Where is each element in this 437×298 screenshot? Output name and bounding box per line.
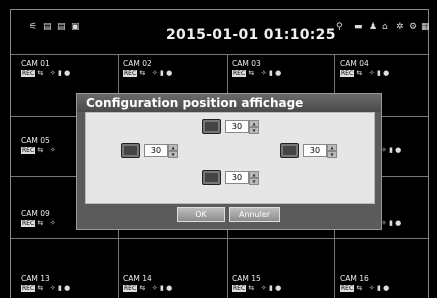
left-position-input[interactable]: 30 — [144, 144, 168, 157]
monitor-icon — [121, 143, 140, 158]
camera-status-icons: ✧ ▮ ● — [381, 219, 402, 227]
gear-icon[interactable]: ⚙ — [409, 22, 417, 32]
grid-line — [11, 238, 428, 239]
camera-label: CAM 03 — [232, 59, 261, 68]
camera-tile[interactable]: CAM 15 REC ⇆ ✧ ▮ ● — [232, 274, 281, 292]
camera-tile[interactable]: CAM 14 REC ⇆ ✧ ▮ ● — [123, 274, 172, 292]
decrement-button[interactable]: ▼ — [168, 150, 178, 158]
user-icon[interactable]: ♟ — [369, 22, 377, 32]
decrement-button[interactable]: ▼ — [327, 150, 337, 158]
display-position-dialog: Configuration position affichage 30 ▲ ▼ 3… — [76, 93, 382, 230]
right-position-control: 30 ▲ ▼ — [280, 143, 337, 158]
lock-icon[interactable]: ⌂ — [382, 22, 388, 32]
camera-status-icons: REC ⇆ ✧ ▮ ● — [340, 284, 390, 292]
camera-tile[interactable]: CAM 09 REC ⇆ ✧ — [21, 209, 56, 227]
left-position-control: 30 ▲ ▼ — [121, 143, 178, 158]
increment-button[interactable]: ▲ — [249, 119, 259, 127]
camera-status-icons: REC ⇆ ✧ ▮ ● — [123, 284, 173, 292]
menu-icon[interactable]: ▦ — [421, 22, 430, 32]
dialog-title: Configuration position affichage — [77, 94, 381, 112]
camera-label: CAM 15 — [232, 274, 261, 283]
camera-tile[interactable]: CAM 02 REC ⇆ ✧ ▮ ● — [123, 59, 172, 77]
camera-status-icons: REC ⇆ ✧ ▮ ● — [21, 69, 71, 77]
camera-tile[interactable]: CAM 13 REC ⇆ ✧ ▮ ● — [21, 274, 70, 292]
top-position-control: 30 ▲ ▼ — [202, 119, 259, 134]
camera-label: CAM 05 — [21, 136, 50, 145]
monitor-icon — [202, 170, 221, 185]
camera-status-icons: ✧ ▮ ● — [381, 146, 402, 154]
camera-label: CAM 16 — [340, 274, 369, 283]
camera-status-icons: REC ⇆ ✧ ▮ ● — [232, 284, 282, 292]
camera-label: CAM 01 — [21, 59, 50, 68]
camera-status-icons: REC ⇆ ✧ ▮ ● — [340, 69, 390, 77]
right-position-input[interactable]: 30 — [303, 144, 327, 157]
camera-tile[interactable]: CAM 01 REC ⇆ ✧ ▮ ● — [21, 59, 70, 77]
bottom-position-input[interactable]: 30 — [225, 171, 249, 184]
search-icon[interactable]: ⚲ — [336, 22, 343, 32]
camera-label: CAM 13 — [21, 274, 50, 283]
decrement-button[interactable]: ▼ — [249, 126, 259, 134]
camera-tile[interactable]: CAM 05 REC ⇆ ✧ — [21, 136, 56, 154]
camera-status-icons: REC ⇆ ✧ ▮ ● — [21, 284, 71, 292]
camera-label: CAM 04 — [340, 59, 369, 68]
ok-button[interactable]: OK — [177, 207, 225, 222]
camera-status-icons: REC ⇆ ✧ ▮ ● — [232, 69, 282, 77]
decrement-button[interactable]: ▼ — [249, 177, 259, 185]
layout-icon[interactable]: ▬ — [354, 22, 363, 32]
status-bar: ⚟ ▤ ▤ ▣ 2015-01-01 01:10:25 ⚲ ▬ ♟ ⌂ ✲ ⚙ … — [11, 10, 430, 54]
monitor-icon — [280, 143, 299, 158]
camera-status-icons: REC ⇆ ✧ — [21, 219, 56, 227]
camera-label: CAM 14 — [123, 274, 152, 283]
cancel-button[interactable]: Annuler — [229, 207, 280, 222]
position-panel: 30 ▲ ▼ 30 ▲ ▼ 30 ▲ ▼ 30 ▲ ▼ — [85, 112, 375, 204]
camera-tile[interactable]: CAM 03 REC ⇆ ✧ ▮ ● — [232, 59, 281, 77]
datetime-display: 2015-01-01 01:10:25 — [166, 27, 336, 43]
camera-tile[interactable]: CAM 04 REC ⇆ ✧ ▮ ● — [340, 59, 389, 77]
bottom-position-control: 30 ▲ ▼ — [202, 170, 259, 185]
camera-status-icons: REC ⇆ ✧ — [21, 146, 56, 154]
record-icon: ▣ — [71, 22, 80, 32]
grid-line — [11, 54, 428, 55]
monitor-icon — [202, 119, 221, 134]
increment-button[interactable]: ▲ — [327, 143, 337, 151]
camera-tile[interactable]: CAM 16 REC ⇆ ✧ ▮ ● — [340, 274, 389, 292]
hdd-icon: ▤ — [43, 22, 52, 32]
camera-label: CAM 09 — [21, 209, 50, 218]
increment-button[interactable]: ▲ — [168, 143, 178, 151]
settings-icon[interactable]: ✲ — [396, 22, 404, 32]
camera-label: CAM 02 — [123, 59, 152, 68]
camera-status-icons: REC ⇆ ✧ ▮ ● — [123, 69, 173, 77]
increment-button[interactable]: ▲ — [249, 170, 259, 178]
hdd-icon: ▤ — [57, 22, 66, 32]
network-icon: ⚟ — [29, 22, 38, 32]
top-position-input[interactable]: 30 — [225, 120, 249, 133]
